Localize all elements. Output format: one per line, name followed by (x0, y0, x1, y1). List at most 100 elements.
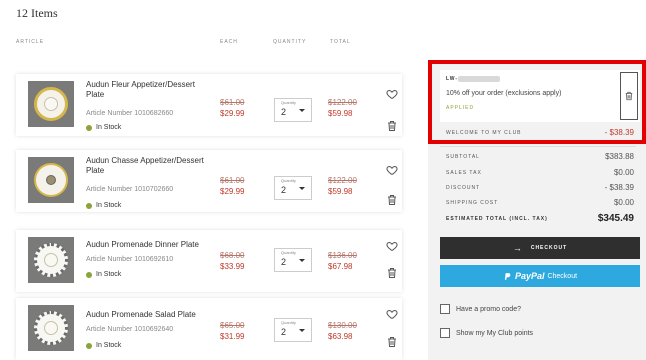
product-name[interactable]: Audun Chasse Appetizer/Dessert Plate (86, 156, 206, 176)
coupon-card: LW- 10% off your order (exclusions apply… (440, 70, 640, 122)
product-name[interactable]: Audun Fleur Appetizer/Dessert Plate (86, 80, 206, 100)
quantity-select[interactable]: Quantity 2 (274, 318, 312, 342)
sales-tax-value: $0.00 (613, 168, 634, 177)
column-header-total: TOTAL (330, 39, 351, 45)
original-total: $122.00 (328, 98, 357, 107)
divider (440, 146, 636, 147)
remove-coupon-button[interactable] (620, 72, 638, 120)
welcome-discount-label: WELCOME TO MY CLUB (446, 130, 522, 136)
paypal-logo-icon (504, 272, 511, 280)
product-image[interactable] (28, 157, 74, 203)
original-price: $65.00 (220, 321, 245, 330)
quantity-select[interactable]: Quantity 2 (274, 248, 312, 272)
coupon-status: APPLIED (446, 105, 475, 111)
promo-code-checkbox[interactable]: Have a promo code? (440, 304, 521, 314)
stock-status: In Stock (86, 271, 121, 278)
welcome-discount-value: - $38.39 (604, 128, 634, 137)
chevron-down-icon (299, 109, 305, 112)
items-count: 12 Items (16, 6, 58, 20)
stock-status: In Stock (86, 124, 121, 131)
original-price: $61.00 (220, 176, 245, 185)
original-price: $68.00 (220, 251, 245, 260)
chevron-down-icon (299, 259, 305, 262)
trash-icon[interactable] (386, 194, 398, 206)
subtotal-label: SUBTOTAL (446, 154, 480, 160)
quantity-select[interactable]: Quantity 2 (274, 98, 312, 122)
sales-tax-label: SALES TAX (446, 170, 482, 176)
quantity-label: Quantity (281, 178, 296, 183)
chevron-down-icon (299, 329, 305, 332)
arrow-right-icon: → (512, 243, 523, 253)
quantity-select[interactable]: Quantity 2 (274, 176, 312, 200)
coupon-code: LW- (446, 76, 459, 82)
cart-item: Audun Promenade Dinner Plate Article Num… (16, 230, 402, 292)
sale-price: $29.99 (220, 187, 245, 196)
cart-item: Audun Chasse Appetizer/Dessert Plate Art… (16, 150, 402, 212)
heart-icon[interactable] (386, 240, 398, 252)
shipping-value: $0.00 (613, 198, 634, 207)
quantity-label: Quantity (281, 250, 296, 255)
estimated-total-value: $345.49 (597, 213, 634, 224)
quantity-label: Quantity (281, 320, 296, 325)
sale-total: $63.98 (328, 332, 353, 341)
heart-icon[interactable] (386, 164, 398, 176)
coupon-code-redacted (458, 76, 500, 82)
original-price: $61.00 (220, 98, 245, 107)
sale-price: $33.99 (220, 262, 245, 271)
quantity-label: Quantity (281, 100, 296, 105)
cart-item: Audun Fleur Appetizer/Dessert Plate Arti… (16, 74, 402, 136)
chevron-down-icon (299, 187, 305, 190)
quantity-value: 2 (281, 107, 287, 117)
article-number: Article Number 1010682660 (86, 110, 174, 117)
product-name[interactable]: Audun Promenade Dinner Plate (86, 240, 206, 250)
checkbox[interactable] (440, 304, 450, 314)
checkout-label: CHECKOUT (530, 245, 568, 251)
sale-total: $59.98 (328, 187, 353, 196)
article-number: Article Number 1010692640 (86, 326, 174, 333)
promo-code-label: Have a promo code? (456, 305, 521, 313)
in-stock-dot-icon (86, 342, 92, 349)
paypal-checkout-label: Checkout (547, 272, 578, 280)
trash-icon[interactable] (386, 120, 398, 132)
club-points-label: Show my My Club points (456, 329, 534, 337)
product-image[interactable] (28, 305, 74, 351)
sale-price: $31.99 (220, 332, 245, 341)
stock-status: In Stock (86, 202, 121, 209)
quantity-value: 2 (281, 185, 287, 195)
article-number: Article Number 1010692610 (86, 256, 174, 263)
checkout-button[interactable]: → CHECKOUT (440, 237, 640, 259)
club-points-checkbox[interactable]: Show my My Club points (440, 328, 533, 338)
trash-icon[interactable] (386, 336, 398, 348)
sale-price: $29.99 (220, 109, 245, 118)
original-total: $130.00 (328, 321, 357, 330)
shipping-label: SHIPPING COST (446, 200, 499, 206)
quantity-value: 2 (281, 327, 287, 337)
stock-status: In Stock (86, 342, 121, 349)
in-stock-dot-icon (86, 124, 92, 131)
heart-icon[interactable] (386, 88, 398, 100)
product-image[interactable] (28, 81, 74, 127)
trash-icon (625, 91, 633, 101)
sale-total: $67.98 (328, 262, 353, 271)
paypal-brand: PayPal (514, 271, 545, 281)
subtotal-value: $383.88 (605, 152, 634, 161)
cart-item: Audun Promenade Salad Plate Article Numb… (16, 298, 402, 360)
discount-value: - $38.39 (604, 183, 634, 192)
column-header-article: ARTICLE (16, 39, 45, 45)
column-header-each: EACH (220, 39, 238, 45)
trash-icon[interactable] (386, 267, 398, 279)
article-number: Article Number 1010702660 (86, 186, 174, 193)
original-total: $122.00 (328, 176, 357, 185)
in-stock-dot-icon (86, 271, 92, 278)
product-image[interactable] (28, 237, 74, 283)
checkbox[interactable] (440, 328, 450, 338)
column-header-quantity: QUANTITY (273, 39, 307, 45)
paypal-checkout-button[interactable]: PayPal Checkout (440, 265, 640, 287)
product-name[interactable]: Audun Promenade Salad Plate (86, 310, 206, 320)
quantity-value: 2 (281, 257, 287, 267)
estimated-total-label: ESTIMATED TOTAL (INCL. TAX) (446, 216, 548, 222)
discount-label: DISCOUNT (446, 185, 481, 191)
original-total: $136.00 (328, 251, 357, 260)
coupon-description: 10% off your order (exclusions apply) (446, 90, 562, 97)
heart-icon[interactable] (386, 308, 398, 320)
